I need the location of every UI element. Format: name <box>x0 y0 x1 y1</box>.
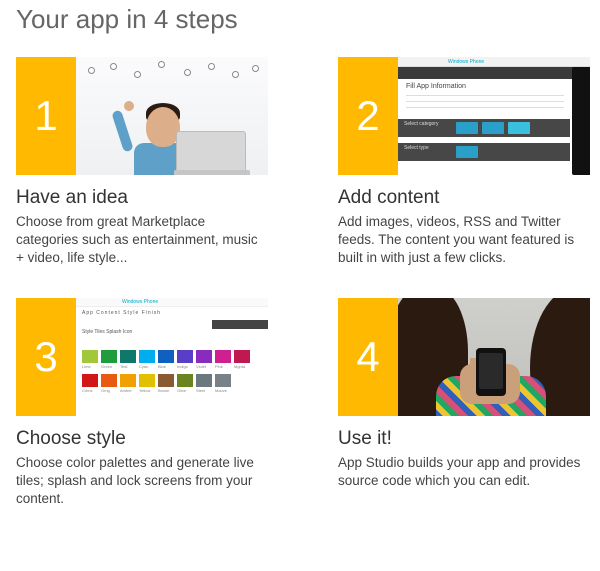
step-2-badge: 2 <box>338 57 398 175</box>
use-it-illustration <box>398 298 590 416</box>
style-palette-illustration: Windows Phone App Content Style Finish S… <box>76 298 268 416</box>
idea-illustration <box>76 57 268 175</box>
step-4-heading: Use it! <box>338 428 590 450</box>
step-3-thumbnail: Windows Phone App Content Style Finish S… <box>16 298 268 416</box>
step-3: Windows Phone App Content Style Finish S… <box>16 298 268 509</box>
step-4-desc: App Studio builds your app and provides … <box>338 454 590 490</box>
step-1-desc: Choose from great Marketplace categories… <box>16 213 268 268</box>
step-2-thumbnail: Windows Phone Fill App Information Selec… <box>338 57 590 175</box>
step-2: Windows Phone Fill App Information Selec… <box>338 57 590 268</box>
step-4-badge: 4 <box>338 298 398 416</box>
step-3-desc: Choose color palettes and generate live … <box>16 454 268 509</box>
page-title: Your app in 4 steps <box>16 4 584 35</box>
step-1: 1 Have an idea Choose from great Marketp… <box>16 57 268 268</box>
step-3-heading: Choose style <box>16 428 268 450</box>
step-1-badge: 1 <box>16 57 76 175</box>
step-1-thumbnail: 1 <box>16 57 268 175</box>
step-4: 4 Use it! App Studio builds your app and… <box>338 298 590 509</box>
step-2-heading: Add content <box>338 187 590 209</box>
content-form-illustration: Windows Phone Fill App Information Selec… <box>398 57 590 175</box>
step-2-desc: Add images, videos, RSS and Twitter feed… <box>338 213 590 268</box>
steps-grid: 1 Have an idea Choose from great Marketp… <box>16 57 584 508</box>
step-3-badge: 3 <box>16 298 76 416</box>
step-1-heading: Have an idea <box>16 187 268 209</box>
step-4-thumbnail: 4 <box>338 298 590 416</box>
